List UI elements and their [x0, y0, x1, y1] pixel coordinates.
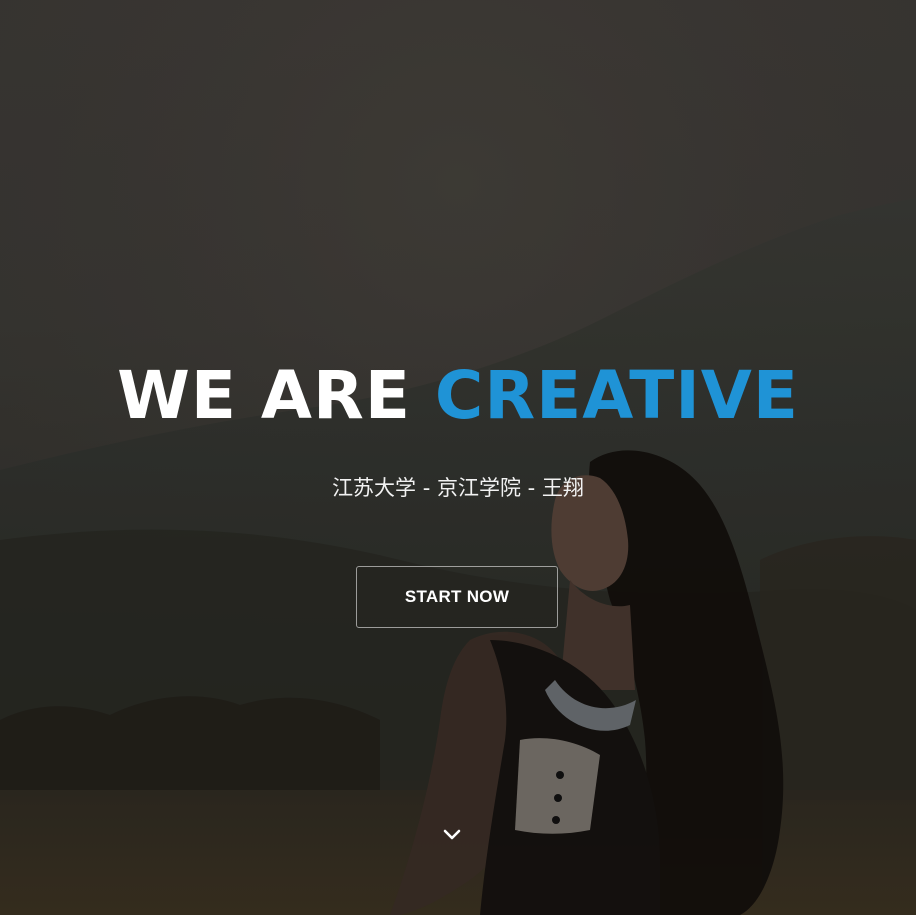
hero-title-part1: WE ARE: [117, 357, 435, 434]
chevron-down-icon[interactable]: [440, 822, 464, 846]
hero-content: WE ARE CREATIVE 江苏大学 - 京江学院 - 王翔 START N…: [0, 0, 916, 915]
hero-title: WE ARE CREATIVE: [0, 356, 916, 436]
hero-subtitle: 江苏大学 - 京江学院 - 王翔: [332, 476, 584, 500]
start-now-button[interactable]: START NOW: [356, 566, 558, 628]
hero-section: WE ARE CREATIVE 江苏大学 - 京江学院 - 王翔 START N…: [0, 0, 916, 915]
hero-title-accent: CREATIVE: [434, 357, 799, 434]
